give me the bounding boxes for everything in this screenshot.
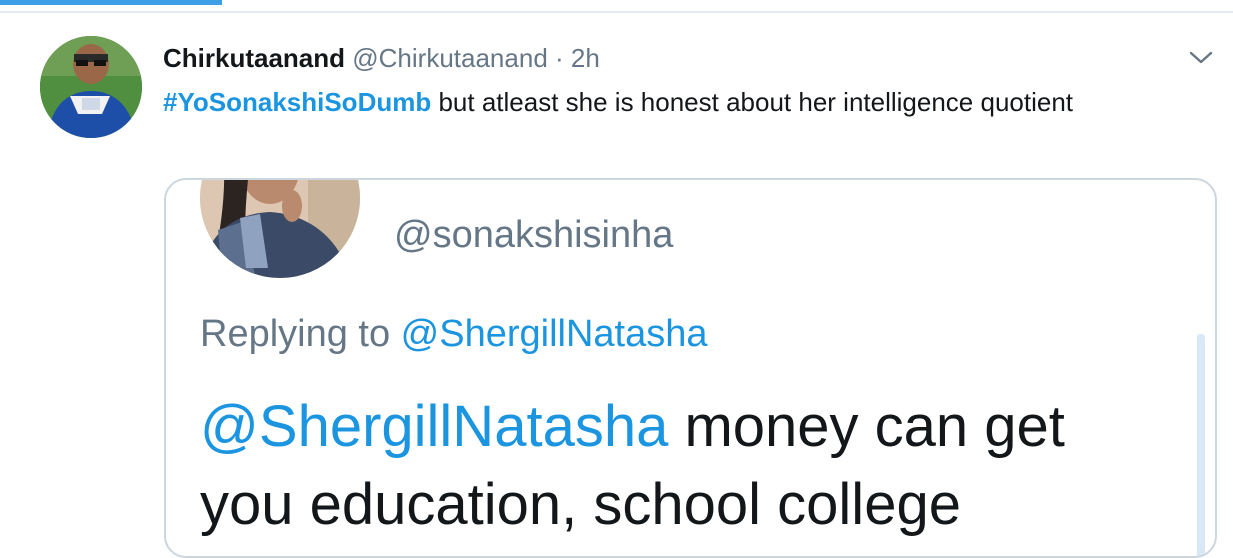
avatar[interactable] <box>40 36 142 138</box>
replying-to-line: Replying to @ShergillNatasha <box>200 311 708 357</box>
chevron-down-icon[interactable] <box>1188 50 1214 66</box>
timestamp[interactable]: 2h <box>571 43 600 73</box>
tweet-body-text: but atleast she is honest about her inte… <box>431 87 1074 117</box>
hashtag-link[interactable]: #YoSonakshiSoDumb <box>163 87 431 117</box>
replying-to-mention[interactable]: @ShergillNatasha <box>401 313 708 355</box>
top-divider <box>0 11 1233 13</box>
scrollbar[interactable] <box>1197 334 1205 556</box>
quoted-avatar-image <box>200 180 360 278</box>
separator-dot: · <box>555 43 564 73</box>
quoted-tweet-card[interactable]: @sonakshisinha Replying to @ShergillNata… <box>164 178 1217 558</box>
replying-to-label: Replying to <box>200 313 401 355</box>
display-name[interactable]: Chirkutaanand <box>163 43 345 73</box>
quoted-mention-link[interactable]: @ShergillNatasha <box>200 394 668 459</box>
tweet-text: #YoSonakshiSoDumb but atleast she is hon… <box>163 84 1183 121</box>
tweet-header: Chirkutaanand @Chirkutaanand · 2h <box>163 42 600 74</box>
avatar-image <box>40 36 142 138</box>
tweet-card[interactable]: Chirkutaanand @Chirkutaanand · 2h #YoSon… <box>0 14 1233 558</box>
active-tab-indicator <box>0 0 222 5</box>
user-handle[interactable]: @Chirkutaanand <box>352 43 548 73</box>
quoted-avatar[interactable] <box>200 180 360 278</box>
quoted-user-handle[interactable]: @sonakshisinha <box>394 212 673 258</box>
quoted-tweet-text: @ShergillNatasha money can get you educa… <box>200 388 1170 544</box>
